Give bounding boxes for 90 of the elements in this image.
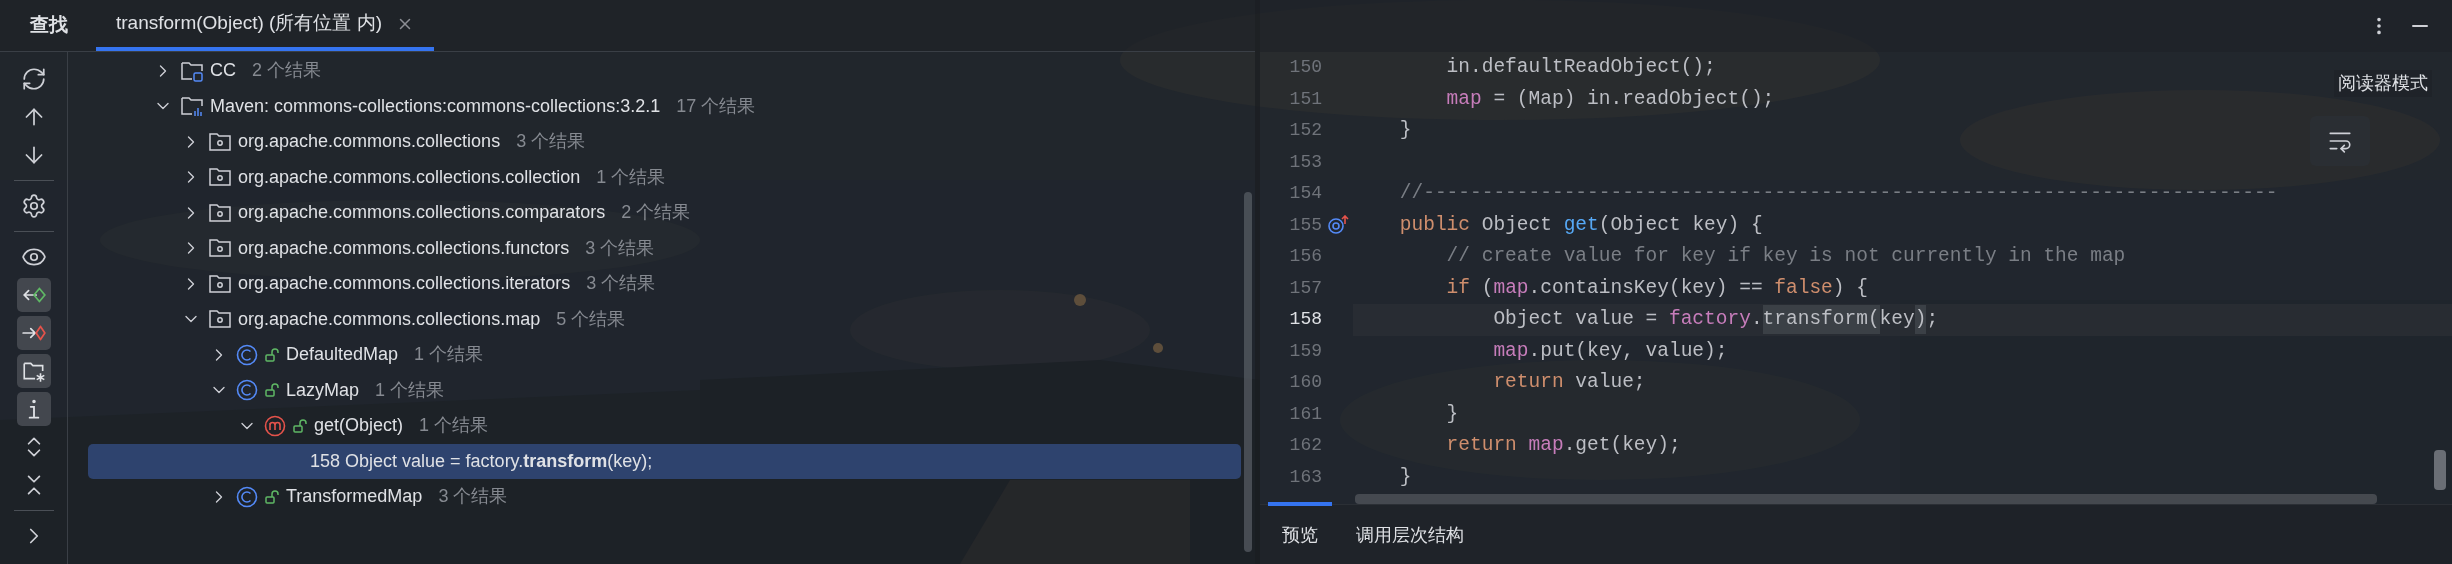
class-icon [236, 379, 258, 402]
tree-item[interactable]: TransformedMap 3 个结果 [88, 479, 1241, 515]
code-line: in.defaultReadObject(); [1445, 55, 1716, 81]
result-count: 1 个结果 [419, 414, 489, 438]
result-count: 2 个结果 [621, 201, 691, 225]
tree-label: CC [210, 59, 236, 83]
soft-wrap-button[interactable] [2310, 116, 2370, 166]
usage-text: 158 Object value = factory.transform(key); [310, 449, 653, 473]
line-number: 162 [1288, 434, 1322, 458]
scrollbar[interactable] [2434, 450, 2446, 490]
bottom-tab[interactable]: 调用层次结构 [1342, 502, 1478, 564]
tree-label: Maven: commons-collections:commons-collections:3.2.1 [210, 94, 661, 118]
result-count: 3 个结果 [438, 485, 508, 509]
open-lock-icon [292, 417, 308, 434]
result-count: 3 个结果 [585, 236, 655, 260]
line-number: 153 [1288, 150, 1322, 174]
folder-icon [180, 94, 204, 119]
refresh-icon [20, 66, 47, 92]
line-number: 156 [1288, 245, 1322, 269]
line-number: 154 [1288, 182, 1322, 206]
line-number: 155 [1288, 213, 1322, 237]
tree-label: DefaultedMap [286, 343, 399, 367]
line-number: 160 [1288, 371, 1322, 395]
line-number: 151 [1288, 87, 1322, 111]
tree-item[interactable]: org.apache.commons.collections.map 5 个结果 [88, 301, 1241, 337]
open-lock-icon [264, 488, 280, 505]
code-line: } [1445, 401, 1459, 427]
tab-label: transform(Object) (所有位置 内) [116, 11, 383, 36]
tree-item[interactable]: LazyMap 1 个结果 [88, 372, 1241, 408]
code-line: } [1398, 118, 1412, 144]
line-number: 159 [1288, 339, 1322, 363]
tree-label: org.apache.commons.collections.functors [238, 236, 570, 260]
tree-item[interactable]: get(Object) 1 个结果 [88, 408, 1241, 444]
result-count: 1 个结果 [414, 343, 484, 367]
result-count: 3 个结果 [516, 130, 586, 154]
code-line: } [1398, 464, 1412, 490]
tree-item[interactable]: DefaultedMap 1 个结果 [88, 337, 1241, 373]
tree-label: org.apache.commons.collections [238, 130, 501, 154]
result-count: 5 个结果 [556, 307, 626, 331]
result-count: 1 个结果 [375, 378, 445, 402]
tree-label: get(Object) [314, 414, 404, 438]
tree-label: org.apache.commons.collections.collection [238, 165, 581, 189]
tree-label: org.apache.commons.collections.comparators [238, 201, 606, 225]
code-line: if (map.containsKey(key) == false) { [1445, 275, 1868, 301]
toolbar-button[interactable] [16, 354, 51, 388]
tree-label: org.apache.commons.collections.iterators [238, 272, 571, 296]
code-line: public Object get(Object key) { [1398, 212, 1763, 238]
class-icon [236, 343, 258, 366]
code-line: map = (Map) in.readObject(); [1445, 86, 1775, 112]
line-number: 157 [1288, 276, 1322, 300]
tree-item[interactable]: org.apache.commons.collections.collection 1 个结果 [88, 159, 1241, 195]
code-line: return value; [1492, 370, 1646, 396]
scrollbar[interactable] [1355, 494, 2377, 504]
tree-label: TransformedMap [286, 485, 423, 509]
result-count: 17 个结果 [676, 94, 756, 118]
open-lock-icon [264, 346, 280, 363]
line-number: 161 [1288, 402, 1322, 426]
toolbar-button[interactable] [16, 392, 51, 426]
code-line: // create value for key if key is not currently in the map [1445, 244, 2126, 270]
settings-icon [20, 193, 47, 219]
code-line: //------------------------------------------------------------------------- [1398, 181, 2278, 207]
line-number: 152 [1288, 119, 1322, 143]
tree-label: LazyMap [286, 378, 360, 402]
tree-item[interactable]: CC 2 个结果 [88, 53, 1241, 89]
scrollbar[interactable] [1244, 192, 1252, 552]
tree-item[interactable]: org.apache.commons.collections 3 个结果 [88, 124, 1241, 160]
tree-item[interactable]: org.apache.commons.collections.functors 3 个结果 [88, 230, 1241, 266]
tree-label: org.apache.commons.collections.map [238, 307, 541, 331]
open-lock-icon [264, 382, 280, 399]
result-count: 1 个结果 [596, 165, 666, 189]
reader-mode-label[interactable]: 阅读器模式 [2334, 70, 2432, 97]
bottom-tab[interactable]: 预览 [1268, 502, 1332, 564]
code-line: return map.get(key); [1445, 433, 1681, 459]
toolbar-button[interactable] [16, 316, 51, 350]
tree-item[interactable]: Maven: commons-collections:commons-collections:3.2.1 17 个结果 [88, 88, 1241, 124]
line-number: 163 [1288, 465, 1322, 489]
toolbar-button[interactable] [16, 278, 51, 312]
class-icon [236, 485, 258, 508]
usage-row[interactable]: 158 Object value = factory.transform(key); [88, 443, 1241, 479]
line-number: 150 [1288, 56, 1322, 80]
tab[interactable]: transform(Object) (所有位置 内) [96, 0, 435, 51]
method-icon [264, 414, 286, 437]
result-count: 2 个结果 [252, 59, 321, 83]
tree-item[interactable]: org.apache.commons.collections.comparators 2 个结果 [88, 195, 1241, 231]
panel-title: 查找 [30, 13, 68, 38]
code-line: map.put(key, value); [1492, 338, 1728, 364]
tree-item[interactable]: org.apache.commons.collections.iterators 3 个结果 [88, 266, 1241, 302]
line-number: 158 [1288, 308, 1322, 332]
override-icon[interactable] [1326, 215, 1349, 236]
result-count: 3 个结果 [586, 272, 656, 296]
